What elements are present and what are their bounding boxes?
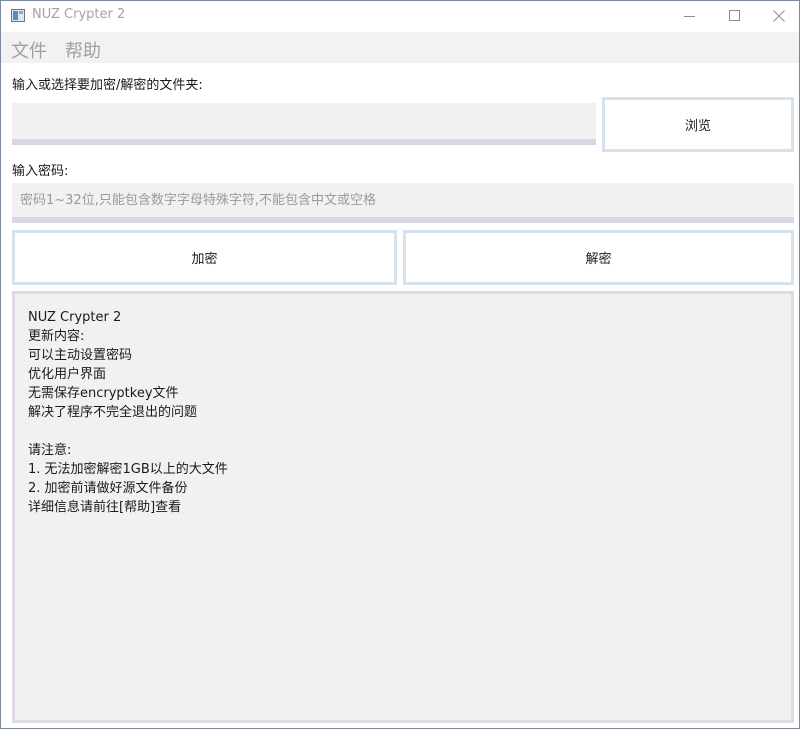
info-line: NUZ Crypter 2 bbox=[28, 310, 122, 325]
folder-path-input[interactable] bbox=[12, 103, 596, 145]
title-bar: NUZ Crypter 2 bbox=[1, 1, 799, 32]
close-icon bbox=[773, 10, 785, 22]
minimize-button[interactable] bbox=[667, 1, 713, 32]
info-line: 优化用户界面 bbox=[28, 367, 107, 382]
decrypt-button[interactable]: 解密 bbox=[403, 230, 794, 285]
info-line: 可以主动设置密码 bbox=[28, 348, 133, 363]
window-title: NUZ Crypter 2 bbox=[32, 7, 126, 22]
info-line bbox=[28, 422, 778, 441]
password-label: 输入密码: bbox=[12, 164, 69, 179]
app-window: NUZ Crypter 2 文件 帮助 输入或选择要加密/解密的文件夹: 浏览 … bbox=[0, 0, 800, 729]
info-line: 1. 无法加密解密1GB以上的大文件 bbox=[28, 462, 228, 477]
app-window-icon bbox=[11, 9, 25, 22]
maximize-button[interactable] bbox=[711, 1, 757, 32]
maximize-icon bbox=[729, 10, 740, 21]
info-line: 请注意: bbox=[28, 443, 72, 458]
info-text-area[interactable]: NUZ Crypter 2 更新内容: 可以主动设置密码 优化用户界面 无需保存… bbox=[12, 291, 794, 723]
info-line: 无需保存encryptkey文件 bbox=[28, 386, 179, 401]
menu-help[interactable]: 帮助 bbox=[65, 37, 101, 63]
close-button[interactable] bbox=[755, 1, 799, 32]
menu-bar: 文件 帮助 bbox=[1, 32, 799, 63]
info-line: 2. 加密前请做好源文件备份 bbox=[28, 481, 188, 496]
folder-label: 输入或选择要加密/解密的文件夹: bbox=[12, 78, 203, 93]
menu-file[interactable]: 文件 bbox=[11, 37, 47, 63]
browse-button[interactable]: 浏览 bbox=[602, 97, 794, 152]
info-line: 更新内容: bbox=[28, 329, 85, 344]
minimize-icon bbox=[684, 16, 695, 17]
info-line: 详细信息请前往[帮助]查看 bbox=[28, 500, 182, 515]
password-input[interactable] bbox=[12, 183, 794, 223]
info-line: 解决了程序不完全退出的问题 bbox=[28, 405, 198, 420]
encrypt-button[interactable]: 加密 bbox=[12, 230, 397, 285]
